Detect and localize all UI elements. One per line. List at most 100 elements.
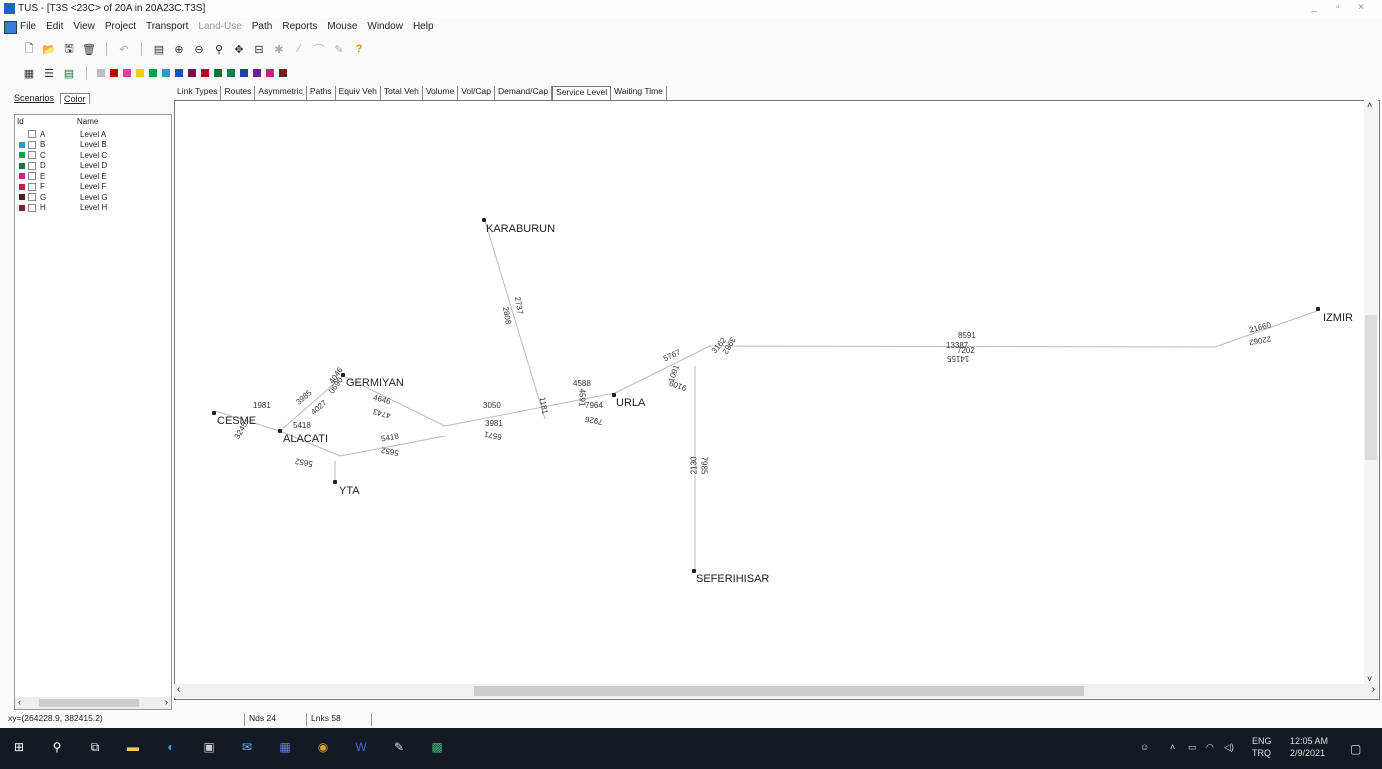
locale-indicator[interactable]: TRQ [1252, 748, 1271, 758]
menu-land-use[interactable]: Land-Use [198, 21, 241, 32]
edge-browser-icon[interactable]: ◐ [162, 738, 180, 756]
map-vertical-scrollbar[interactable]: ˄ ˅ [1364, 100, 1378, 684]
store-icon[interactable]: ▣ [200, 738, 218, 756]
column-name[interactable]: Name [77, 117, 98, 126]
link-icon[interactable]: ⁄ [292, 42, 306, 56]
level-checkbox[interactable] [28, 182, 36, 191]
menu-path[interactable]: Path [252, 21, 273, 32]
left-horizontal-scrollbar[interactable]: ‹ › [15, 697, 171, 709]
scroll-up-icon[interactable]: ˄ [1367, 100, 1372, 110]
tab-vol-cap[interactable]: Vol/Cap [458, 86, 495, 100]
scroll-down-icon[interactable]: ˅ [1367, 674, 1372, 684]
level-checkbox[interactable] [28, 151, 36, 159]
scroll-left-icon[interactable]: ‹ [177, 684, 180, 695]
menu-transport[interactable]: Transport [146, 21, 188, 32]
tab-demand-cap[interactable]: Demand/Cap [495, 86, 553, 100]
color-swatch[interactable] [214, 69, 222, 77]
level-checkbox[interactable] [28, 193, 36, 201]
people-icon[interactable]: ☺ [1140, 742, 1149, 752]
mail-icon[interactable]: ✉ [238, 738, 256, 756]
link-line[interactable] [614, 345, 711, 394]
wifi-icon[interactable]: ◠ [1206, 742, 1214, 753]
tab-color[interactable]: Color [60, 93, 90, 104]
tab-link-types[interactable]: Link Types [174, 86, 222, 100]
file-explorer-icon[interactable]: ▬ [124, 738, 142, 756]
tab-paths[interactable]: Paths [307, 86, 336, 100]
level-checkbox[interactable] [28, 130, 36, 138]
horizontal-scroll-thumb[interactable] [474, 686, 1084, 696]
language-indicator[interactable]: ENG [1252, 736, 1272, 746]
level-checkbox[interactable] [28, 140, 36, 149]
node-karaburun[interactable] [482, 218, 486, 222]
zoom-window-icon[interactable]: ⚲ [212, 42, 226, 56]
scroll-left-icon[interactable]: ‹ [18, 697, 21, 707]
color-swatch[interactable] [201, 69, 209, 77]
page-icon[interactable]: ▤ [152, 42, 166, 56]
curve-icon[interactable]: ⌒ [312, 42, 326, 56]
color-swatch[interactable] [253, 69, 261, 77]
edit-icon[interactable]: ✎ [332, 42, 346, 56]
level-checkbox[interactable] [28, 172, 36, 180]
word-icon[interactable]: W [352, 738, 370, 756]
level-row[interactable]: C Level C [19, 150, 107, 160]
tab-routes[interactable]: Routes [221, 86, 256, 100]
level-row[interactable]: A Level A [19, 129, 106, 139]
color-swatch[interactable] [162, 69, 170, 77]
tab-asymmetric[interactable]: Asymmetric [255, 86, 307, 100]
level-row[interactable]: F Level F [19, 182, 106, 192]
color-swatch[interactable] [110, 69, 118, 77]
level-checkbox[interactable] [28, 203, 36, 212]
menu-project[interactable]: Project [105, 21, 136, 32]
color-swatch[interactable] [279, 69, 287, 77]
document-icon[interactable] [4, 21, 17, 34]
chrome-icon[interactable]: ◉ [314, 738, 332, 756]
level-row[interactable]: B Level B [19, 140, 107, 150]
volume-icon[interactable]: ◁) [1224, 742, 1234, 753]
node-icon[interactable]: ✱ [272, 42, 286, 56]
palette-icon[interactable]: ▤ [62, 66, 76, 80]
network-icon[interactable]: ⊟ [252, 42, 266, 56]
tray-overflow-icon[interactable]: ˄ [1170, 742, 1175, 752]
scroll-right-icon[interactable]: › [165, 697, 168, 707]
new-file-icon[interactable]: 🗋 [22, 42, 36, 56]
color-swatch[interactable] [175, 69, 183, 77]
menu-help[interactable]: Help [413, 21, 434, 32]
zoom-out-icon[interactable]: ⊖ [192, 42, 206, 56]
link-line[interactable] [484, 220, 546, 420]
notifications-icon[interactable]: ▢ [1350, 742, 1361, 756]
tab-service-level[interactable]: Service Level [552, 86, 612, 100]
undo-icon[interactable]: ↶ [117, 42, 131, 56]
menu-mouse[interactable]: Mouse [327, 21, 357, 32]
tab-total-veh[interactable]: Total Veh [381, 86, 423, 100]
tab-equiv-veh[interactable]: Equiv Veh [336, 86, 381, 100]
tab-volume[interactable]: Volume [423, 86, 459, 100]
search-icon[interactable]: ⚲ [48, 738, 66, 756]
menu-edit[interactable]: Edit [46, 21, 63, 32]
save-icon[interactable]: 🖫 [62, 42, 76, 56]
menu-window[interactable]: Window [367, 21, 403, 32]
tab-scenarios[interactable]: Scenarios [14, 93, 54, 104]
open-folder-icon[interactable]: 📂 [42, 42, 56, 56]
color-swatch[interactable] [188, 69, 196, 77]
color-swatch[interactable] [136, 69, 144, 77]
task-view-icon[interactable]: ⧉ [86, 738, 104, 756]
level-checkbox[interactable] [28, 161, 36, 170]
help-icon[interactable]: ? [352, 42, 366, 56]
menu-view[interactable]: View [73, 21, 95, 32]
level-row[interactable]: E Level E [19, 171, 107, 181]
grid-icon[interactable]: ▦ [22, 66, 36, 80]
map-horizontal-scrollbar[interactable]: ‹ › [174, 684, 1378, 698]
level-row[interactable]: G Level G [19, 192, 108, 202]
app-icon[interactable]: ▦ [276, 738, 294, 756]
node-yta[interactable] [333, 480, 337, 484]
tab-waiting-time[interactable]: Waiting Time [611, 86, 667, 100]
node-cesme[interactable] [212, 411, 216, 415]
battery-icon[interactable]: ▭ [1188, 742, 1197, 753]
scroll-thumb[interactable] [39, 699, 139, 707]
node-alacati[interactable] [278, 429, 282, 433]
color-swatch[interactable] [240, 69, 248, 77]
color-swatch[interactable] [149, 69, 157, 77]
paint-icon[interactable]: ✎ [390, 738, 408, 756]
level-row[interactable]: H Level H [19, 203, 107, 213]
network-map[interactable]: KARABURUN GERMIYAN CESME ALACATI YTA URL… [174, 100, 1380, 700]
